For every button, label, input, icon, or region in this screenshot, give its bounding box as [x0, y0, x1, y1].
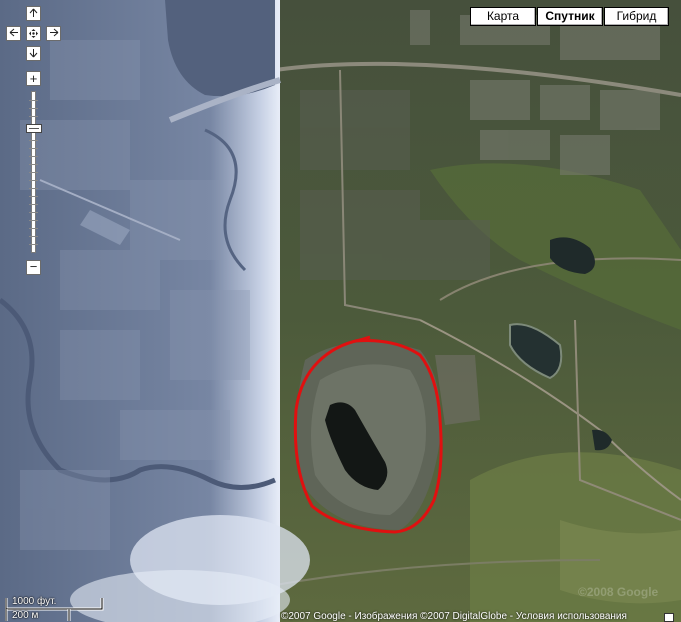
arrow-down-icon	[29, 49, 38, 58]
overview-toggle-icon[interactable]	[664, 613, 674, 622]
zoom-tick[interactable]	[29, 164, 38, 165]
zoom-tick[interactable]	[29, 212, 38, 213]
watermark: ©2008 Google	[578, 585, 659, 599]
terms-of-use-link[interactable]: Условия использования	[516, 611, 627, 622]
pan-up-button[interactable]	[26, 6, 41, 21]
map-type-hybrid-button[interactable]: Гибрид	[604, 7, 669, 26]
zoom-tick[interactable]	[29, 188, 38, 189]
copyright-separator: -	[345, 611, 355, 622]
zoom-slider-handle[interactable]	[26, 124, 42, 133]
copyright-notice: ©2007 Google - Изображения ©2007 Digital…	[281, 611, 627, 622]
satellite-map[interactable]: + − Карта Спутник Гибрид 1000 фут. 200 м…	[0, 0, 681, 622]
map-type-satellite-button[interactable]: Спутник	[537, 7, 603, 26]
satellite-imagery	[0, 0, 681, 622]
copyright-separator: -	[507, 611, 516, 622]
zoom-tick[interactable]	[29, 244, 38, 245]
zoom-tick[interactable]	[29, 180, 38, 181]
zoom-tick[interactable]	[29, 196, 38, 197]
zoom-out-button[interactable]: −	[26, 260, 41, 275]
zoom-tick[interactable]	[29, 236, 38, 237]
zoom-tick[interactable]	[29, 140, 38, 141]
zoom-tick[interactable]	[29, 116, 38, 117]
pan-right-button[interactable]	[46, 26, 61, 41]
zoom-tick[interactable]	[29, 220, 38, 221]
zoom-tick[interactable]	[29, 156, 38, 157]
scale-imperial-label: 1000 фут.	[12, 596, 57, 607]
arrow-right-icon	[49, 28, 58, 37]
copyright-imagery: Изображения ©2007 DigitalGlobe	[354, 611, 508, 622]
pan-down-button[interactable]	[26, 46, 41, 61]
zoom-tick[interactable]	[29, 172, 38, 173]
zoom-tick[interactable]	[29, 108, 38, 109]
arrow-up-icon	[29, 8, 38, 17]
arrow-left-icon	[9, 28, 18, 37]
zoom-tick[interactable]	[29, 204, 38, 205]
scale-metric-label: 200 м	[12, 610, 39, 621]
pan-center-button[interactable]	[26, 26, 41, 41]
zoom-tick[interactable]	[29, 148, 38, 149]
scale-bar: 1000 фут. 200 м	[5, 596, 105, 622]
return-center-icon	[29, 29, 38, 38]
zoom-tick[interactable]	[29, 100, 38, 101]
copyright-google: ©2007 Google	[281, 611, 346, 622]
map-type-map-button[interactable]: Карта	[470, 7, 536, 26]
pan-left-button[interactable]	[6, 26, 21, 41]
zoom-in-button[interactable]: +	[26, 71, 41, 86]
zoom-tick[interactable]	[29, 228, 38, 229]
